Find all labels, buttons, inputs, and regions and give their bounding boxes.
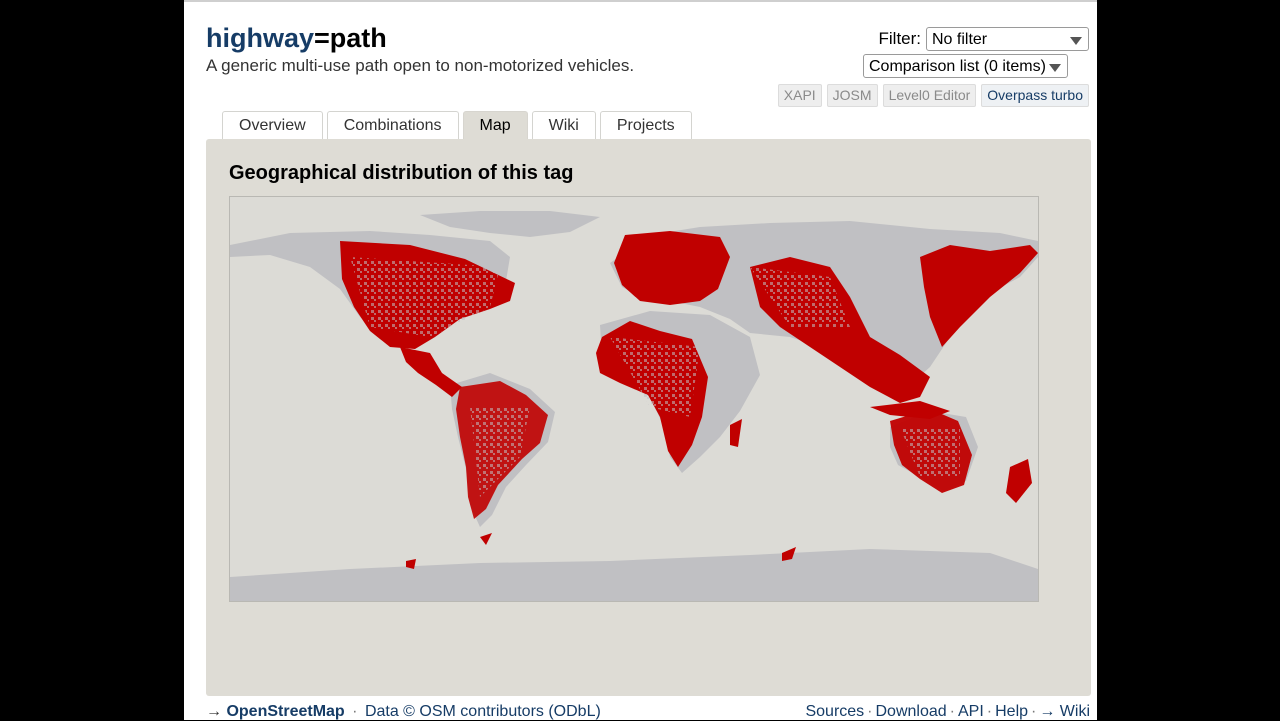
dropdown-arrow-icon [1070,37,1082,45]
tab-combinations[interactable]: Combinations [326,111,459,140]
filter-label: Filter: [878,29,922,48]
level0-editor-button[interactable]: Level0 Editor [882,84,977,107]
separator: · [986,703,993,720]
filter-row: Filter: No filter [878,27,1089,51]
sources-link[interactable]: Sources [805,703,864,720]
tag-description: A generic multi-use path open to non-mot… [206,56,635,75]
separator: · [1031,703,1037,720]
josm-button[interactable]: JOSM [826,84,878,107]
tab-bar: Overview Combinations Map Wiki Projects [222,111,692,140]
map-panel: Geographical distribution of this tag [206,139,1091,696]
dropdown-arrow-icon [1049,64,1061,72]
xapi-button[interactable]: XAPI [777,84,822,107]
arrow-icon: → [206,703,222,720]
wiki-link[interactable]: → Wiki [1039,703,1090,720]
key-link[interactable]: highway [206,23,314,53]
tab-overview[interactable]: Overview [222,111,323,140]
api-link[interactable]: API [958,703,984,720]
help-link[interactable]: Help [995,703,1028,720]
footer-left: → OpenStreetMap · Data © OSM contributor… [206,703,601,721]
filter-select-value: No filter [932,31,988,48]
taginfo-page: highway=path A generic multi-use path op… [184,0,1097,720]
title-value: =path [314,23,387,53]
distribution-map [229,196,1039,602]
editor-tool-buttons: XAPI JOSM Level0 Editor Overpass turbo [777,84,1089,107]
tab-map[interactable]: Map [462,111,528,140]
page-title: highway=path [206,22,387,54]
tab-wiki[interactable]: Wiki [531,111,596,140]
data-credit-link[interactable]: Data © OSM contributors (ODbL) [365,703,601,720]
separator: · [949,703,955,720]
tab-projects[interactable]: Projects [599,111,692,140]
separator: · [867,703,873,720]
download-link[interactable]: Download [876,703,947,720]
filter-select[interactable]: No filter [926,27,1089,51]
openstreetmap-link[interactable]: OpenStreetMap [226,703,344,720]
footer-right: Sources · Download · API · Help · → Wiki [805,703,1090,721]
panel-heading: Geographical distribution of this tag [229,162,574,184]
world-map-image [230,197,1038,601]
separator: · [352,703,358,720]
comparison-list-select[interactable]: Comparison list (0 items) [863,54,1068,78]
overpass-turbo-button[interactable]: Overpass turbo [981,84,1089,107]
comparison-select-value: Comparison list (0 items) [869,58,1046,75]
